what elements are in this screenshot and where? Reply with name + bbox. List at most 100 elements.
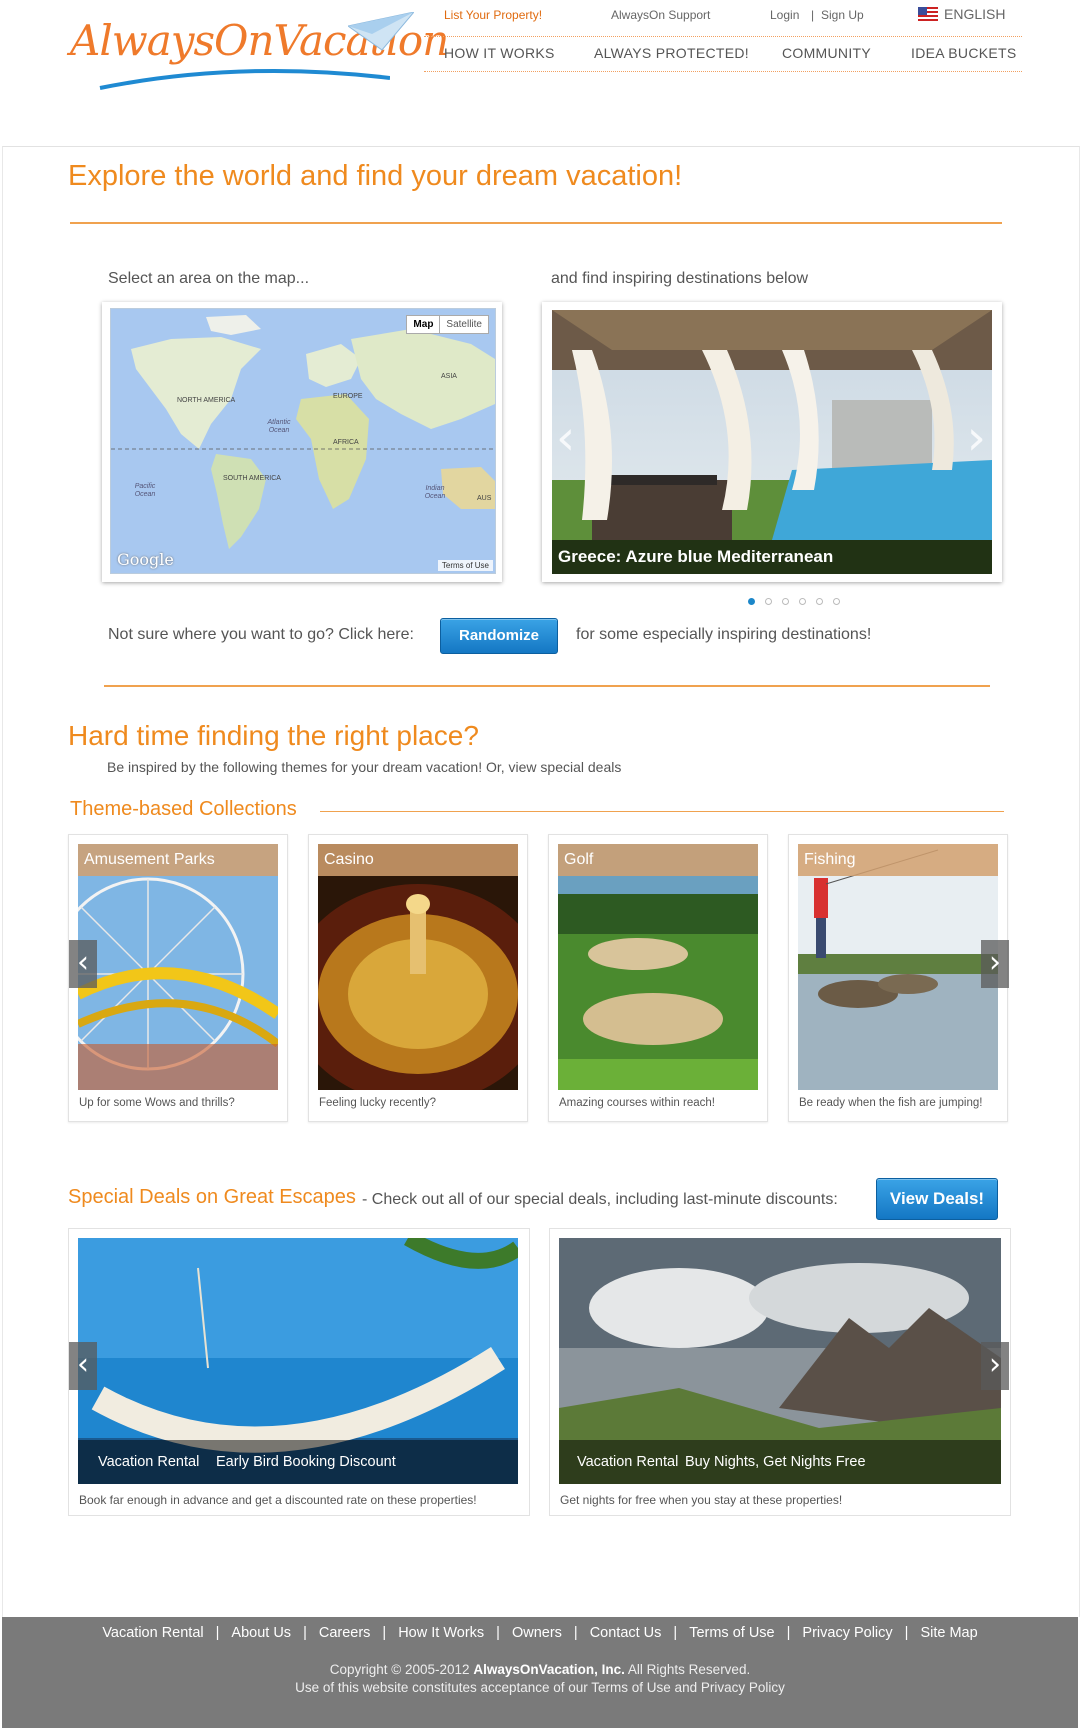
roulette-photo — [318, 844, 518, 1090]
fishing-photo — [798, 844, 998, 1090]
theme-desc: Feeling lucky recently? — [319, 1097, 436, 1109]
map-type-map[interactable]: Map — [407, 316, 441, 333]
list-property-link[interactable]: List Your Property! — [444, 8, 542, 22]
footer-link[interactable]: Privacy Policy — [802, 1625, 892, 1641]
nav-how-it-works[interactable]: HOW IT WORKS — [444, 45, 555, 61]
language-selector[interactable]: ENGLISH — [918, 6, 1005, 22]
nav-always-protected[interactable]: ALWAYS PROTECTED! — [594, 45, 749, 61]
deal-caption: Vacation Rental Early Bird Booking Disco… — [78, 1440, 518, 1484]
theme-desc: Amazing courses within reach! — [559, 1097, 715, 1109]
section-divider — [104, 685, 990, 687]
themes-subtitle: Be inspired by the following themes for … — [107, 759, 622, 775]
footer-link[interactable]: About Us — [231, 1625, 291, 1641]
theme-card-golf[interactable]: Golf Amazing courses within reach! — [548, 834, 768, 1122]
site-header: AlwaysOnVacation List Your Property! Alw… — [0, 0, 1080, 140]
deal-desc: Get nights for free when you stay at the… — [560, 1493, 843, 1507]
map-type-satellite[interactable]: Satellite — [440, 316, 488, 333]
footer-separator: | — [573, 1625, 578, 1641]
slide-prev-arrow[interactable]: ‹ — [556, 410, 575, 466]
footer-link[interactable]: Owners — [512, 1625, 562, 1641]
slide-dot[interactable] — [765, 598, 772, 605]
site-logo[interactable]: AlwaysOnVacation — [70, 12, 449, 92]
footer-separator: | — [786, 1625, 791, 1641]
ferris-wheel-photo — [78, 844, 278, 1090]
footer-separator: | — [904, 1625, 909, 1641]
map-terms-link[interactable]: Terms of Use — [437, 560, 493, 571]
slide-dot[interactable] — [782, 598, 789, 605]
company-name: AlwaysOnVacation, Inc. — [473, 1662, 625, 1677]
copyright-suffix: All Rights Reserved. — [627, 1662, 751, 1677]
deals-next-arrow[interactable]: › — [981, 1342, 1009, 1390]
theme-image: Fishing — [798, 844, 998, 1090]
theme-desc: Up for some Wows and thrills? — [79, 1097, 235, 1109]
themes-title: Hard time finding the right place? — [68, 720, 479, 751]
deal-caption: Vacation Rental Buy Nights, Get Nights F… — [559, 1440, 1001, 1484]
randomize-button[interactable]: Randomize — [440, 618, 558, 654]
deal-desc: Book far enough in advance and get a dis… — [79, 1493, 477, 1507]
themes-prev-arrow[interactable]: ‹ — [69, 940, 97, 988]
deal-card-free-nights[interactable]: Vacation Rental Buy Nights, Get Nights F… — [549, 1228, 1011, 1516]
map-widget: NORTH AMERICA SOUTH AMERICA EUROPE ASIA … — [102, 302, 502, 582]
nav-idea-buckets[interactable]: IDEA BUCKETS — [911, 45, 1017, 61]
deals-subtitle: - Check out all of our special deals, in… — [362, 1191, 838, 1208]
map-label-atlantic: Atlantic Ocean — [267, 419, 291, 434]
footer-link[interactable]: Vacation Rental — [102, 1625, 203, 1641]
slide-dot[interactable] — [799, 598, 806, 605]
site-footer: Vacation Rental | About Us | Careers | How It … — [2, 1617, 1078, 1728]
theme-title: Fishing — [798, 844, 998, 876]
slide-next-arrow[interactable]: › — [967, 410, 986, 466]
explore-title: Explore the world and find your dream va… — [68, 160, 683, 192]
deal-name: Buy Nights, Get Nights Free — [685, 1454, 866, 1470]
support-link[interactable]: AlwaysOn Support — [611, 8, 710, 22]
footer-link[interactable]: How It Works — [398, 1625, 484, 1641]
slide-dot[interactable] — [748, 598, 755, 605]
deal-type: Vacation Rental — [577, 1454, 679, 1470]
footer-link[interactable]: Site Map — [920, 1625, 977, 1641]
slide-dot[interactable] — [833, 598, 840, 605]
theme-title: Golf — [558, 844, 758, 876]
terms-notice: Use of this website constitutes acceptan… — [295, 1680, 785, 1695]
nav-community[interactable]: COMMUNITY — [782, 45, 871, 61]
copyright: Copyright © 2005-2012 AlwaysOnVacation, … — [2, 1661, 1078, 1697]
view-deals-button[interactable]: View Deals! — [876, 1178, 998, 1220]
map-label-south-america: SOUTH AMERICA — [223, 475, 281, 482]
footer-separator: | — [303, 1625, 307, 1641]
map-label-indian: Indian Ocean — [424, 485, 446, 500]
randomize-suffix: for some especially inspiring destinatio… — [576, 626, 872, 643]
collections-divider — [320, 811, 1004, 812]
themes-next-arrow[interactable]: › — [981, 940, 1009, 988]
destinations-prompt: and find inspiring destinations below — [551, 270, 809, 287]
map-label-europe: EUROPE — [333, 393, 363, 400]
collections-title: Theme-based Collections — [70, 798, 297, 820]
slide-caption: Greece: Azure blue Mediterranean — [552, 540, 992, 574]
slide-dot[interactable] — [816, 598, 823, 605]
golf-course-photo — [558, 844, 758, 1090]
theme-card-amusement-parks[interactable]: Amusement Parks Up for some Wows and thr… — [68, 834, 288, 1122]
theme-card-casino[interactable]: Casino Feeling lucky recently? — [308, 834, 528, 1122]
copyright-prefix: Copyright © 2005-2012 — [329, 1662, 470, 1677]
theme-title: Casino — [318, 844, 518, 876]
randomize-prompt: Not sure where you want to go? Click her… — [108, 626, 414, 643]
title-divider — [70, 222, 1002, 224]
slide-image[interactable]: ‹ › Greece: Azure blue Mediterranean — [552, 310, 992, 574]
link-separator: | — [811, 8, 815, 22]
map-label-asia: ASIA — [441, 373, 457, 380]
logo-swoosh-icon — [99, 68, 390, 90]
map-label-aus: AUS — [477, 495, 492, 502]
footer-link[interactable]: Contact Us — [590, 1625, 662, 1641]
deal-name: Early Bird Booking Discount — [216, 1454, 396, 1470]
deal-card-early-bird[interactable]: Vacation Rental Early Bird Booking Disco… — [68, 1228, 530, 1516]
footer-link[interactable]: Careers — [319, 1625, 371, 1641]
theme-card-fishing[interactable]: Fishing Be ready when the fish are jumpi… — [788, 834, 1008, 1122]
login-link[interactable]: Login — [770, 8, 799, 22]
signup-link[interactable]: Sign Up — [821, 8, 864, 22]
map-label-north-america: NORTH AMERICA — [177, 397, 236, 404]
footer-links: Vacation Rental | About Us | Careers | How It … — [2, 1625, 1078, 1641]
theme-image: Casino — [318, 844, 518, 1090]
top-links: List Your Property! AlwaysOn Support Log… — [424, 0, 1022, 34]
destination-slideshow: ‹ › Greece: Azure blue Mediterranean — [542, 302, 1002, 582]
footer-link[interactable]: Terms of Use — [689, 1625, 774, 1641]
deals-prev-arrow[interactable]: ‹ — [69, 1342, 97, 1390]
deals-title: Special Deals on Great Escapes — [68, 1186, 356, 1208]
world-map[interactable]: NORTH AMERICA SOUTH AMERICA EUROPE ASIA … — [110, 308, 496, 574]
